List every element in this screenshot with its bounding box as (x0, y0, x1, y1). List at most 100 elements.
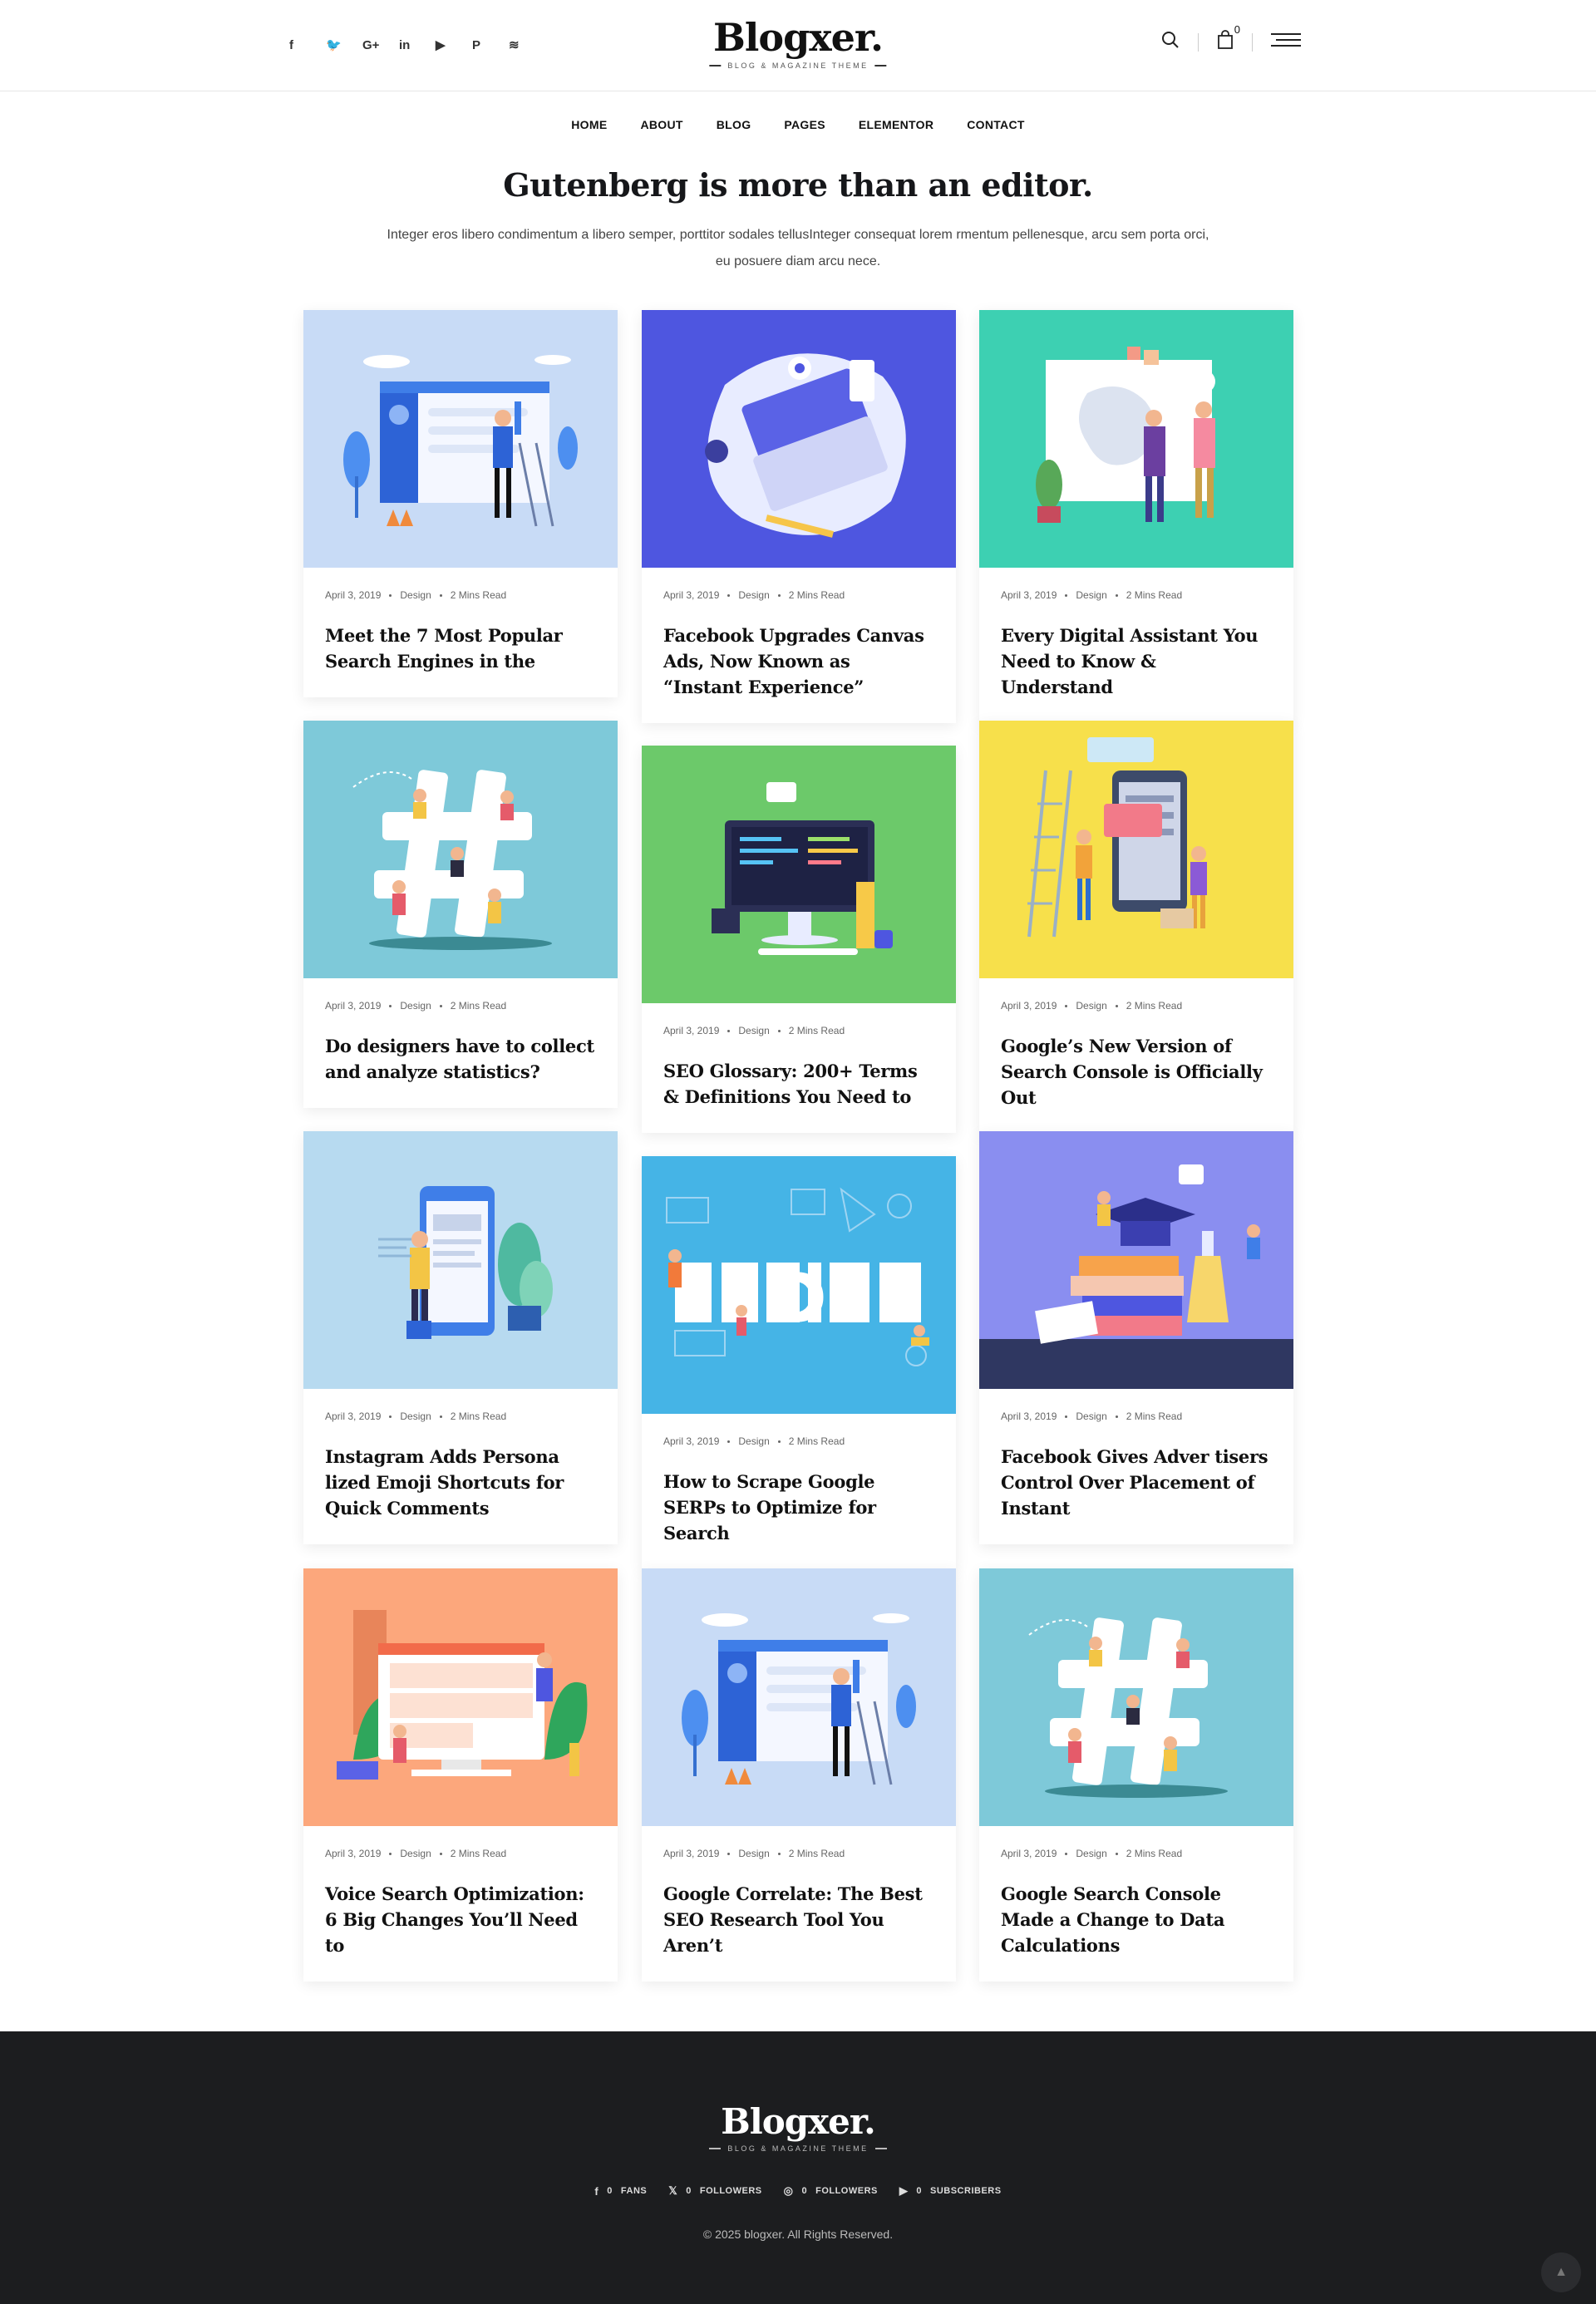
post-title[interactable]: How to Scrape Google SERPs to Optimize f… (663, 1469, 934, 1546)
rss-icon[interactable]: ≋ (509, 33, 545, 57)
footer-social-facebook[interactable]: f 0 FANS (594, 2184, 647, 2198)
post-thumbnail[interactable] (979, 1131, 1293, 1389)
post-card[interactable]: April 3, 2019 Design 2 Mins Read Meet th… (303, 310, 618, 697)
tagline-dash-right (874, 2148, 887, 2149)
nav-item-home[interactable]: HOME (571, 118, 607, 131)
post-meta: April 3, 2019 Design 2 Mins Read (663, 1435, 934, 1447)
cart-count: 0 (1234, 23, 1240, 36)
post-category[interactable]: Design (1076, 1000, 1106, 1012)
post-category[interactable]: Design (400, 589, 431, 601)
cart-icon[interactable]: 0 (1217, 23, 1240, 54)
post-card[interactable]: April 3, 2019 Design 2 Mins Read Faceboo… (979, 1131, 1293, 1544)
site-logo[interactable]: Blogxer. BLOG & MAGAZINE THEME (709, 18, 887, 70)
youtube-icon[interactable]: ▶ (436, 33, 472, 57)
twitter-icon[interactable]: 🐦 (326, 33, 362, 57)
post-body: April 3, 2019 Design 2 Mins Read Meet th… (303, 568, 618, 697)
nav-item-elementor[interactable]: ELEMENTOR (859, 118, 933, 131)
post-thumbnail[interactable] (303, 310, 618, 568)
footer-social-youtube[interactable]: ▶ 0 SUBSCRIBERS (899, 2184, 1002, 2198)
post-title[interactable]: Google Search Console Made a Change to D… (1001, 1881, 1272, 1958)
post-category[interactable]: Design (400, 1410, 431, 1422)
post-thumbnail[interactable] (303, 1131, 618, 1389)
post-title[interactable]: Facebook Upgrades Canvas Ads, Now Known … (663, 623, 934, 700)
post-read-time: 2 Mins Read (450, 1848, 507, 1859)
post-category[interactable]: Design (400, 1848, 431, 1859)
post-card[interactable]: April 3, 2019 Design 2 Mins Read Google … (642, 1568, 956, 1982)
post-title[interactable]: Do designers have to collect and analyze… (325, 1033, 596, 1085)
facebook-icon[interactable]: f (289, 33, 326, 57)
post-card[interactable]: April 3, 2019 Design 2 Mins Read Do desi… (303, 721, 618, 1108)
post-card[interactable]: April 3, 2019 Design 2 Mins Read Google … (979, 1568, 1293, 1982)
meta-dot (727, 1852, 731, 1855)
post-thumbnail[interactable] (979, 721, 1293, 978)
instagram-icon: ◎ (783, 2184, 794, 2197)
post-meta: April 3, 2019 Design 2 Mins Read (1001, 1410, 1272, 1422)
post-thumbnail[interactable] (642, 310, 956, 568)
hero-description: Integer eros libero condimentum a libero… (387, 228, 1209, 268)
post-card[interactable]: April 3, 2019 Design 2 Mins Read Voice S… (303, 1568, 618, 1982)
copyright-text: © 2025 blogxer. All Rights Reserved. (702, 2228, 894, 2241)
post-category[interactable]: Design (738, 589, 769, 601)
linkedin-icon[interactable]: in (399, 33, 436, 57)
posts-grid: April 3, 2019 Design 2 Mins Read Meet th… (0, 310, 1596, 1982)
nav-item-about[interactable]: ABOUT (640, 118, 682, 131)
meta-dot (727, 1440, 731, 1443)
meta-dot (439, 1852, 442, 1855)
header-actions: 0 (1161, 23, 1301, 54)
post-category[interactable]: Design (400, 1000, 431, 1012)
footer-social-x[interactable]: 𝕏 0 FOLLOWERS (668, 2184, 761, 2198)
post-date: April 3, 2019 (663, 589, 720, 601)
post-category[interactable]: Design (1076, 589, 1106, 601)
post-thumbnail[interactable] (979, 310, 1293, 568)
back-to-top-button[interactable]: ▲ (1541, 2252, 1581, 2292)
footer-social-instagram[interactable]: ◎ 0 FOLLOWERS (784, 2184, 878, 2198)
post-body: April 3, 2019 Design 2 Mins Read Voice S… (303, 1826, 618, 1982)
post-body: April 3, 2019 Design 2 Mins Read Google … (979, 1826, 1293, 1982)
meta-dot (439, 1415, 442, 1418)
post-title[interactable]: Google’s New Version of Search Console i… (1001, 1033, 1272, 1110)
post-category[interactable]: Design (1076, 1410, 1106, 1422)
social-label: FOLLOWERS (815, 2186, 878, 2196)
nav-item-blog[interactable]: BLOG (717, 118, 751, 131)
post-read-time: 2 Mins Read (1126, 589, 1183, 601)
meta-dot (727, 1029, 731, 1032)
menu-icon[interactable] (1271, 31, 1301, 53)
post-title[interactable]: Facebook Gives Adver tisers Control Over… (1001, 1444, 1272, 1521)
post-read-time: 2 Mins Read (450, 1000, 507, 1012)
post-title[interactable]: SEO Glossary: 200+ Terms & Definitions Y… (663, 1058, 934, 1110)
post-category[interactable]: Design (1076, 1848, 1106, 1859)
pinterest-icon[interactable]: P (472, 33, 509, 57)
post-body: April 3, 2019 Design 2 Mins Read Every D… (979, 568, 1293, 723)
post-category[interactable]: Design (738, 1848, 769, 1859)
post-title[interactable]: Voice Search Optimization: 6 Big Changes… (325, 1881, 596, 1958)
post-thumbnail[interactable] (303, 1568, 618, 1826)
post-thumbnail[interactable]: D (642, 1156, 956, 1414)
google-plus-icon[interactable]: G+ (362, 33, 399, 57)
post-meta: April 3, 2019 Design 2 Mins Read (325, 1410, 596, 1422)
post-title[interactable]: Instagram Adds Persona lized Emoji Short… (325, 1444, 596, 1521)
meta-dot (777, 1852, 781, 1855)
post-thumbnail[interactable] (642, 1568, 956, 1826)
post-card[interactable]: D April 3, 2019 Design 2 Mins Read How t… (642, 1156, 956, 1569)
tagline-dash-left (709, 65, 722, 66)
post-category[interactable]: Design (738, 1435, 769, 1447)
post-card[interactable]: April 3, 2019 Design 2 Mins Read Every D… (979, 310, 1293, 723)
post-thumbnail[interactable] (303, 721, 618, 978)
post-thumbnail[interactable] (642, 746, 956, 1003)
footer-logo[interactable]: Blogxer. (0, 2105, 1596, 2139)
post-thumbnail[interactable] (979, 1568, 1293, 1826)
post-card[interactable]: April 3, 2019 Design 2 Mins Read SEO Glo… (642, 746, 956, 1133)
post-title[interactable]: Every Digital Assistant You Need to Know… (1001, 623, 1272, 700)
post-read-time: 2 Mins Read (788, 1435, 845, 1447)
post-title[interactable]: Google Correlate: The Best SEO Research … (663, 1881, 934, 1958)
post-card[interactable]: April 3, 2019 Design 2 Mins Read Instagr… (303, 1131, 618, 1544)
post-card[interactable]: April 3, 2019 Design 2 Mins Read Faceboo… (642, 310, 956, 723)
nav-item-pages[interactable]: PAGES (784, 118, 825, 131)
post-category[interactable]: Design (738, 1025, 769, 1036)
post-title[interactable]: Meet the 7 Most Popular Search Engines i… (325, 623, 596, 674)
post-card[interactable]: April 3, 2019 Design 2 Mins Read Google’… (979, 721, 1293, 1134)
search-icon[interactable] (1161, 31, 1180, 53)
post-body: April 3, 2019 Design 2 Mins Read Google’… (979, 978, 1293, 1134)
nav-item-contact[interactable]: CONTACT (967, 118, 1025, 131)
post-date: April 3, 2019 (1001, 1848, 1057, 1859)
